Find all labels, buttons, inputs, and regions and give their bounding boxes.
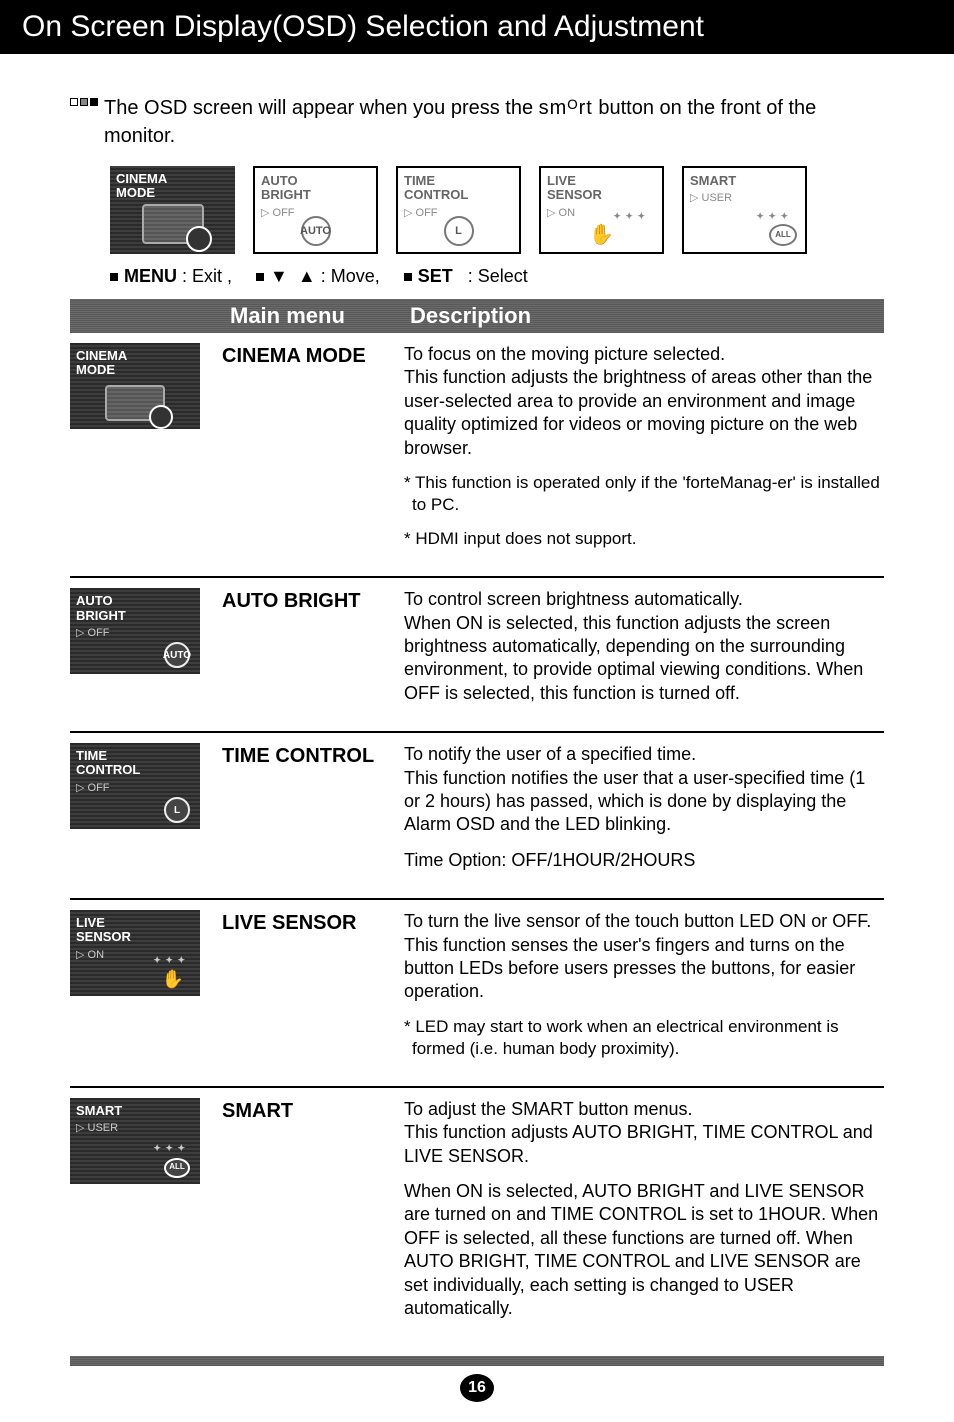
- menu-icon-card: SMART▷ USER✦ ✦ ✦ALL: [70, 1098, 200, 1184]
- description-text: To notify the user of a specified time. …: [404, 743, 884, 837]
- clock-icon: L: [164, 797, 190, 823]
- menu-icon-card: LIVESENSOR▷ ON✦ ✦ ✦✋: [70, 910, 200, 996]
- table-header: Main menu Description: [70, 299, 884, 333]
- table-row: AUTOBRIGHT▷ OFFAUTO AUTO BRIGHTTo control…: [70, 578, 884, 733]
- table-row: LIVESENSOR▷ ON✦ ✦ ✦✋ LIVE SENSORTo turn t…: [70, 900, 884, 1088]
- osd-thumb-1: AUTOBRIGHT▷ OFFAUTO: [253, 166, 378, 254]
- table-row: CINEMAMODE CINEMA MODETo focus on the mov…: [70, 333, 884, 578]
- hand-icon: ✋: [589, 224, 614, 246]
- menu-description: To adjust the SMART button menus. This f…: [404, 1098, 884, 1333]
- menu-icon-card: CINEMAMODE: [70, 343, 200, 429]
- intro-paragraph: The OSD screen will appear when you pres…: [70, 94, 884, 150]
- footer-divider: [70, 1356, 884, 1366]
- description-text: To adjust the SMART button menus. This f…: [404, 1098, 884, 1168]
- description-text: When ON is selected, AUTO BRIGHT and LIV…: [404, 1180, 884, 1320]
- intro-before: The OSD screen will appear when you pres…: [104, 97, 539, 119]
- description-text: To control screen brightness automatical…: [404, 588, 884, 705]
- osd-thumb-2: TIMECONTROL▷ OFFL: [396, 166, 521, 254]
- set-label: SET: [418, 266, 453, 286]
- menu-name: TIME CONTROL: [222, 743, 392, 884]
- description-note: * LED may start to work when an electric…: [404, 1016, 884, 1060]
- osd-thumb-0: CINEMAMODE: [110, 166, 235, 254]
- menu-description: To focus on the moving picture selected.…: [404, 343, 884, 562]
- menu-label: MENU: [124, 266, 177, 286]
- menu-name: SMART: [222, 1098, 392, 1333]
- menu-description: To control screen brightness automatical…: [404, 588, 884, 717]
- auto-icon: AUTO: [164, 642, 190, 668]
- menu-name: LIVE SENSOR: [222, 910, 392, 1072]
- set-action: : Select: [468, 266, 528, 286]
- description-text: To turn the live sensor of the touch but…: [404, 910, 884, 1004]
- bullet-icon: [70, 98, 98, 106]
- osd-thumb-3: LIVESENSOR▷ ON✦ ✦ ✦✋: [539, 166, 664, 254]
- table-row: TIMECONTROL▷ OFFL TIME CONTROLTo notify t…: [70, 733, 884, 900]
- header-description: Description: [410, 299, 884, 333]
- page-number-container: 16: [70, 1374, 884, 1402]
- menu-description: To notify the user of a specified time. …: [404, 743, 884, 884]
- description-note: * This function is operated only if the …: [404, 472, 884, 516]
- osd-thumb-4: SMART▷ USER✦ ✦ ✦ALL: [682, 166, 807, 254]
- all-icon: ALL: [164, 1158, 190, 1178]
- menu-name: CINEMA MODE: [222, 343, 392, 562]
- description-text: To focus on the moving picture selected.…: [404, 343, 884, 460]
- smart-logo: smᴼrt: [539, 97, 593, 119]
- description-text: Time Option: OFF/1HOUR/2HOURS: [404, 849, 884, 872]
- up-arrow-icon: ▲: [298, 266, 316, 286]
- menu-table: CINEMAMODE CINEMA MODETo focus on the mov…: [70, 333, 884, 1346]
- page-number: 16: [460, 1374, 494, 1402]
- all-icon: ALL: [769, 224, 797, 246]
- menu-description: To turn the live sensor of the touch but…: [404, 910, 884, 1072]
- down-arrow-icon: ▼: [270, 266, 288, 286]
- menu-action: : Exit ,: [182, 266, 232, 286]
- menu-name: AUTO BRIGHT: [222, 588, 392, 717]
- menu-icon-card: TIMECONTROL▷ OFFL: [70, 743, 200, 829]
- osd-thumbnail-row: CINEMAMODEAUTOBRIGHT▷ OFFAUTOTIMECONTROL…: [110, 166, 884, 254]
- table-row: SMART▷ USER✦ ✦ ✦ALL SMARTTo adjust the SM…: [70, 1088, 884, 1347]
- nav-hints: MENU : Exit , ▼ ▲ : Move, SET : Select: [110, 266, 884, 287]
- description-note: * HDMI input does not support.: [404, 528, 884, 550]
- move-action: : Move,: [321, 266, 380, 286]
- header-main-menu: Main menu: [230, 299, 410, 333]
- auto-icon: AUTO: [301, 216, 331, 246]
- page-title: On Screen Display(OSD) Selection and Adj…: [0, 0, 954, 54]
- clock-icon: L: [444, 216, 474, 246]
- menu-icon-card: AUTOBRIGHT▷ OFFAUTO: [70, 588, 200, 674]
- hand-icon: ✋: [162, 970, 184, 990]
